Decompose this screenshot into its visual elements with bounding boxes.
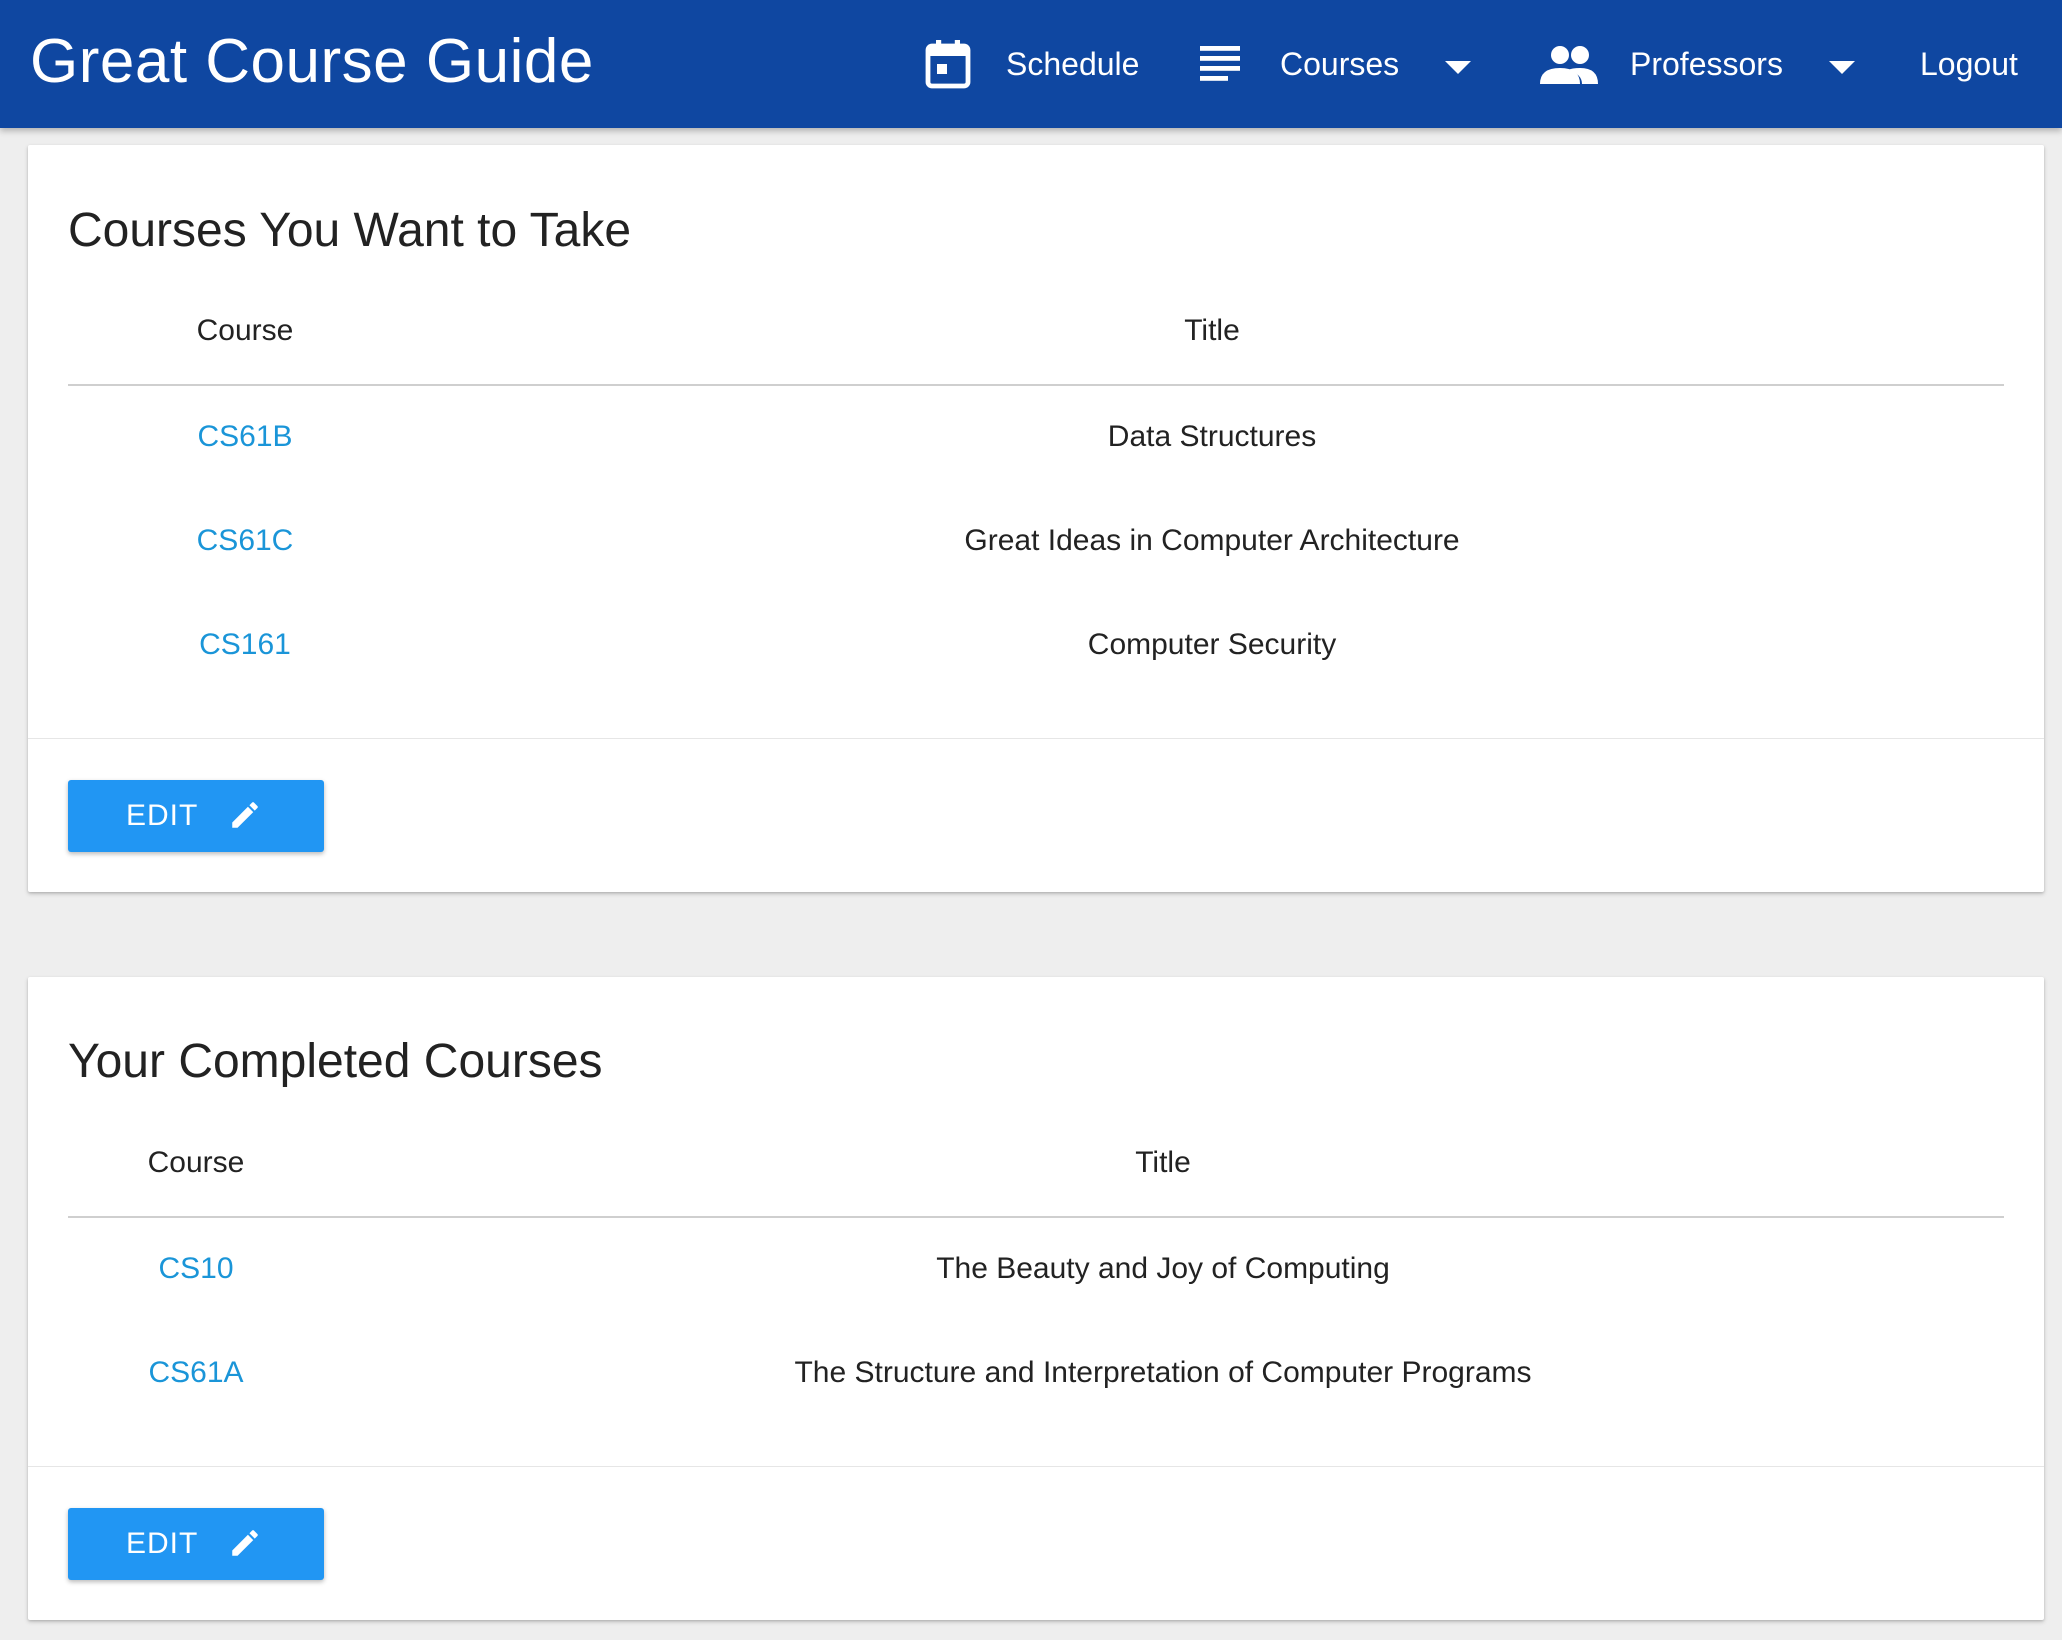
- calendar-icon: [924, 38, 972, 90]
- completed-courses-card: Your Completed Courses Course Title CS10…: [28, 977, 2044, 1620]
- nav-schedule[interactable]: Schedule: [924, 0, 1139, 128]
- logout-link[interactable]: Logout: [1920, 0, 2018, 128]
- edit-button[interactable]: EDIT: [68, 1508, 324, 1580]
- column-header-title: Title: [1135, 1146, 1191, 1179]
- edit-button[interactable]: EDIT: [68, 780, 324, 852]
- chevron-down-icon: [1828, 46, 1855, 83]
- nav-professors-label: Professors: [1630, 45, 1783, 82]
- people-icon: [1540, 44, 1598, 84]
- card-actions-divider: [28, 1466, 2044, 1467]
- column-header-course: Course: [196, 314, 294, 347]
- column-header-course: Course: [147, 1146, 245, 1179]
- want-to-take-card: Courses You Want to Take Course Title CS…: [28, 145, 2044, 892]
- pencil-icon: [228, 798, 262, 840]
- chevron-down-icon: [1445, 46, 1472, 83]
- nav-professors-dropdown[interactable]: Professors: [1540, 0, 1855, 128]
- list-icon: [1198, 44, 1242, 84]
- course-link[interactable]: CS61B: [197, 417, 292, 457]
- course-title: The Structure and Interpretation of Comp…: [794, 1356, 1532, 1389]
- nav-schedule-label: Schedule: [1006, 45, 1140, 82]
- course-title: Great Ideas in Computer Architecture: [964, 524, 1460, 557]
- card-actions-divider: [28, 738, 2044, 739]
- course-link[interactable]: CS61A: [148, 1353, 243, 1393]
- table-header-divider: [68, 384, 2004, 386]
- app-title[interactable]: Great Course Guide: [30, 22, 594, 102]
- edit-button-label: EDIT: [126, 1527, 199, 1560]
- top-app-bar: Great Course Guide Schedule Courses Prof…: [0, 0, 2062, 128]
- nav-courses-label: Courses: [1280, 45, 1400, 82]
- course-title: Data Structures: [1107, 420, 1317, 453]
- pencil-icon: [228, 1526, 262, 1568]
- card-title: Your Completed Courses: [68, 1035, 603, 1088]
- nav-courses-dropdown[interactable]: Courses: [1198, 0, 1472, 128]
- card-title: Courses You Want to Take: [68, 204, 632, 257]
- table-header-divider: [68, 1216, 2004, 1218]
- course-link[interactable]: CS10: [158, 1249, 233, 1289]
- course-link[interactable]: CS161: [199, 625, 291, 665]
- edit-button-label: EDIT: [126, 799, 199, 832]
- column-header-title: Title: [1184, 314, 1240, 347]
- course-title: Computer Security: [1087, 628, 1337, 661]
- course-link[interactable]: CS61C: [197, 521, 294, 561]
- course-title: The Beauty and Joy of Computing: [936, 1252, 1390, 1285]
